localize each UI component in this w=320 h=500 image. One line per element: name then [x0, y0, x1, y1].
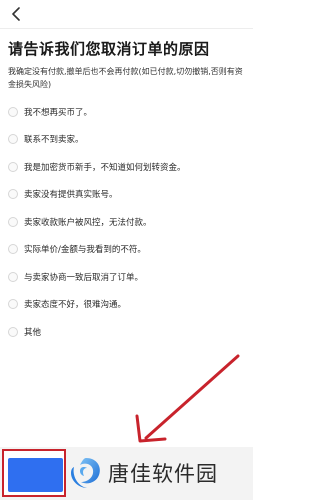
watermark-text: 唐佳软件园: [108, 462, 218, 486]
page-title: 请告诉我们您取消订单的原因: [8, 40, 210, 58]
radio-icon[interactable]: [8, 271, 18, 282]
reason-option[interactable]: 卖家收款账户被风控，无法付款。: [0, 208, 253, 236]
reason-label: 卖家收款账户被风控，无法付款。: [24, 217, 152, 228]
reason-option[interactable]: 我不想再买币了。: [0, 98, 253, 126]
top-navigation-bar: [0, 0, 253, 29]
back-button[interactable]: [6, 4, 26, 24]
submit-button[interactable]: [8, 458, 63, 492]
radio-icon[interactable]: [8, 106, 18, 117]
radio-icon[interactable]: [8, 161, 18, 172]
blue-swirl-logo: [71, 458, 100, 488]
watermark: 唐佳软件园: [68, 453, 218, 493]
reason-option[interactable]: 联系不到卖家。: [0, 126, 253, 154]
reason-label: 实际单价/金额与我看到的不符。: [24, 245, 146, 256]
radio-icon[interactable]: [8, 216, 18, 227]
reason-option[interactable]: 实际单价/金额与我看到的不符。: [0, 236, 253, 264]
reason-option[interactable]: 其他: [0, 318, 253, 346]
cancel-order-page: 请告诉我们您取消订单的原因 我确定没有付款,撤单后也不会再付款(如已付款,切勿撤…: [0, 0, 253, 500]
reason-label: 我是加密货币新手，不知道如何划转资金。: [24, 162, 186, 173]
reason-label: 与卖家协商一致后取消了订单。: [24, 272, 144, 283]
reason-label: 卖家没有提供真实账号。: [24, 190, 118, 201]
reason-label: 卖家态度不好，很难沟通。: [24, 300, 127, 311]
warning-text: 我确定没有付款,撤单后也不会再付款(如已付款,切勿撤销,否则有资金损失风险): [8, 67, 243, 89]
radio-icon[interactable]: [8, 189, 18, 200]
radio-icon[interactable]: [8, 134, 18, 145]
chevron-left-icon: [12, 7, 20, 21]
radio-icon[interactable]: [8, 326, 18, 337]
reason-label: 联系不到卖家。: [24, 135, 84, 146]
radio-icon[interactable]: [8, 244, 18, 255]
reason-option[interactable]: 与卖家协商一致后取消了订单。: [0, 263, 253, 291]
radio-icon[interactable]: [8, 299, 18, 310]
reason-label: 我不想再买币了。: [24, 107, 93, 118]
reason-option[interactable]: 卖家态度不好，很难沟通。: [0, 291, 253, 319]
reason-list: 我不想再买币了。 联系不到卖家。 我是加密货币新手，不知道如何划转资金。 卖家没…: [0, 98, 253, 346]
reason-option[interactable]: 我是加密货币新手，不知道如何划转资金。: [0, 153, 253, 181]
reason-label: 其他: [24, 327, 42, 338]
reason-option[interactable]: 卖家没有提供真实账号。: [0, 181, 253, 209]
